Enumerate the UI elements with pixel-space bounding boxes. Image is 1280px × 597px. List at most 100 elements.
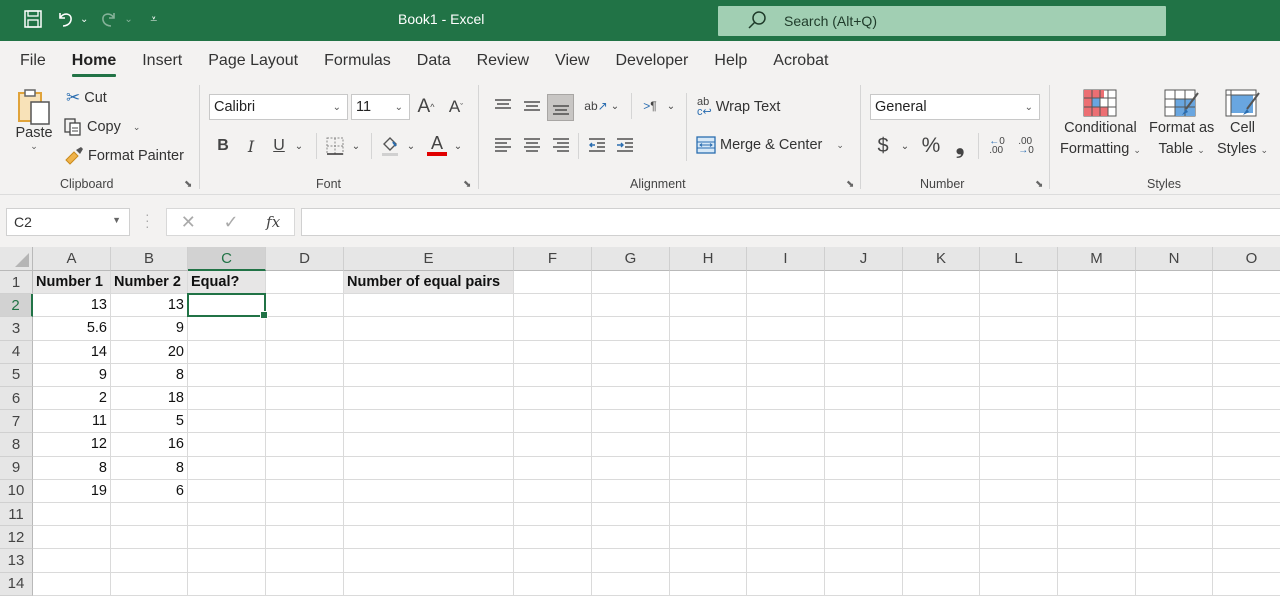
cell-o9[interactable] [1213, 457, 1280, 480]
search-box[interactable]: Search (Alt+Q) [718, 6, 1166, 36]
cell-j9[interactable] [825, 456, 903, 480]
italic-button[interactable]: I [241, 133, 261, 159]
tab-help[interactable]: Help [714, 46, 747, 76]
increase-decimal-button[interactable]: ←0.00 [984, 133, 1010, 159]
redo-dropdown-icon[interactable]: ⌄ [124, 14, 132, 25]
cell-d4[interactable] [266, 340, 344, 364]
cell-a4[interactable]: 14 [33, 340, 111, 364]
copy-button[interactable]: Copy ⌄ [63, 117, 140, 137]
cell-a14[interactable] [33, 572, 111, 596]
tab-acrobat[interactable]: Acrobat [773, 46, 828, 76]
active-cell-selection[interactable] [187, 293, 268, 320]
cell-n1[interactable] [1136, 271, 1213, 295]
cell-m5[interactable] [1058, 363, 1136, 387]
cell-h12[interactable] [670, 526, 747, 550]
underline-dropdown-icon[interactable]: ⌄ [293, 135, 305, 157]
cell-h14[interactable] [670, 572, 747, 596]
cell-g14[interactable] [592, 572, 670, 596]
cell-j1[interactable] [825, 271, 903, 295]
alignment-dialog-launcher-icon[interactable]: ⬊ [846, 179, 854, 190]
formula-bar-grip-icon[interactable]: · · · [145, 207, 150, 233]
cell-e7[interactable] [344, 410, 514, 434]
clipboard-dialog-launcher-icon[interactable]: ⬊ [184, 179, 192, 190]
align-right-button[interactable] [548, 132, 574, 158]
cell-c8[interactable] [188, 433, 266, 457]
row-header-5[interactable]: 5 [0, 363, 33, 387]
font-size-select[interactable]: 11 ⌄ [351, 94, 410, 120]
cell-l8[interactable] [980, 433, 1058, 457]
cell-a5[interactable]: 9 [33, 363, 111, 387]
cell-o14[interactable] [1213, 573, 1280, 596]
cell-b13[interactable] [111, 549, 188, 573]
cell-f9[interactable] [514, 456, 592, 480]
cell-n11[interactable] [1136, 503, 1213, 527]
accounting-format-button[interactable]: $ [873, 132, 893, 160]
cell-b7[interactable]: 5 [111, 410, 188, 434]
cell-m2[interactable] [1058, 294, 1136, 318]
cell-n13[interactable] [1136, 549, 1213, 573]
cell-l1[interactable] [980, 271, 1058, 295]
cell-g13[interactable] [592, 549, 670, 573]
row-header-14[interactable]: 14 [0, 572, 33, 596]
cell-d11[interactable] [266, 503, 344, 527]
cell-f12[interactable] [514, 526, 592, 550]
cell-a6[interactable]: 2 [33, 387, 111, 411]
cell-k4[interactable] [903, 340, 980, 364]
cell-j3[interactable] [825, 317, 903, 341]
cell-j12[interactable] [825, 526, 903, 550]
cell-m10[interactable] [1058, 479, 1136, 503]
column-header-f[interactable]: F [514, 247, 592, 271]
percent-style-button[interactable]: % [919, 132, 943, 160]
cell-o10[interactable] [1213, 480, 1280, 503]
cell-o11[interactable] [1213, 503, 1280, 527]
cell-m9[interactable] [1058, 456, 1136, 480]
decrease-decimal-button[interactable]: .00 →0 [1013, 133, 1039, 159]
cell-m4[interactable] [1058, 340, 1136, 364]
cell-h1[interactable] [670, 271, 747, 295]
cell-c1[interactable]: Equal? [188, 271, 266, 295]
cell-d3[interactable] [266, 317, 344, 341]
conditional-formatting-button[interactable]: Conditional Formatting ⌄ [1060, 89, 1141, 160]
paragraph-direction-button[interactable]: >¶ [639, 93, 661, 119]
cell-i6[interactable] [747, 387, 825, 411]
tab-file[interactable]: File [20, 46, 46, 76]
orientation-dropdown-icon[interactable]: ⌄ [609, 95, 621, 117]
cell-d10[interactable] [266, 479, 344, 503]
cell-n7[interactable] [1136, 410, 1213, 434]
cell-g5[interactable] [592, 363, 670, 387]
cell-d12[interactable] [266, 526, 344, 550]
cell-k3[interactable] [903, 317, 980, 341]
cell-j4[interactable] [825, 340, 903, 364]
select-all-button[interactable] [0, 247, 33, 271]
column-header-a[interactable]: A [33, 247, 111, 271]
cell-f13[interactable] [514, 549, 592, 573]
cell-i7[interactable] [747, 410, 825, 434]
redo-icon[interactable] [98, 8, 120, 30]
customize-qat-icon[interactable]: ⩡ [143, 8, 165, 30]
cell-b1[interactable]: Number 2 [111, 271, 188, 295]
column-header-k[interactable]: K [903, 247, 980, 271]
cell-m11[interactable] [1058, 503, 1136, 527]
cell-i2[interactable] [747, 294, 825, 318]
cell-c7[interactable] [188, 410, 266, 434]
cell-g7[interactable] [592, 410, 670, 434]
cell-l2[interactable] [980, 294, 1058, 318]
cell-k1[interactable] [903, 271, 980, 295]
cell-j7[interactable] [825, 410, 903, 434]
row-header-8[interactable]: 8 [0, 433, 33, 457]
cell-m1[interactable] [1058, 271, 1136, 295]
cell-k2[interactable] [903, 294, 980, 318]
cell-k11[interactable] [903, 503, 980, 527]
cell-d1[interactable] [266, 271, 344, 295]
cell-n8[interactable] [1136, 433, 1213, 457]
paste-dropdown-icon[interactable]: ⌄ [30, 141, 38, 152]
cell-m12[interactable] [1058, 526, 1136, 550]
cell-n6[interactable] [1136, 387, 1213, 411]
cell-i10[interactable] [747, 479, 825, 503]
cell-f7[interactable] [514, 410, 592, 434]
cell-e6[interactable] [344, 387, 514, 411]
cell-i4[interactable] [747, 340, 825, 364]
cell-e11[interactable] [344, 503, 514, 527]
cell-e8[interactable] [344, 433, 514, 457]
cell-n14[interactable] [1136, 572, 1213, 596]
